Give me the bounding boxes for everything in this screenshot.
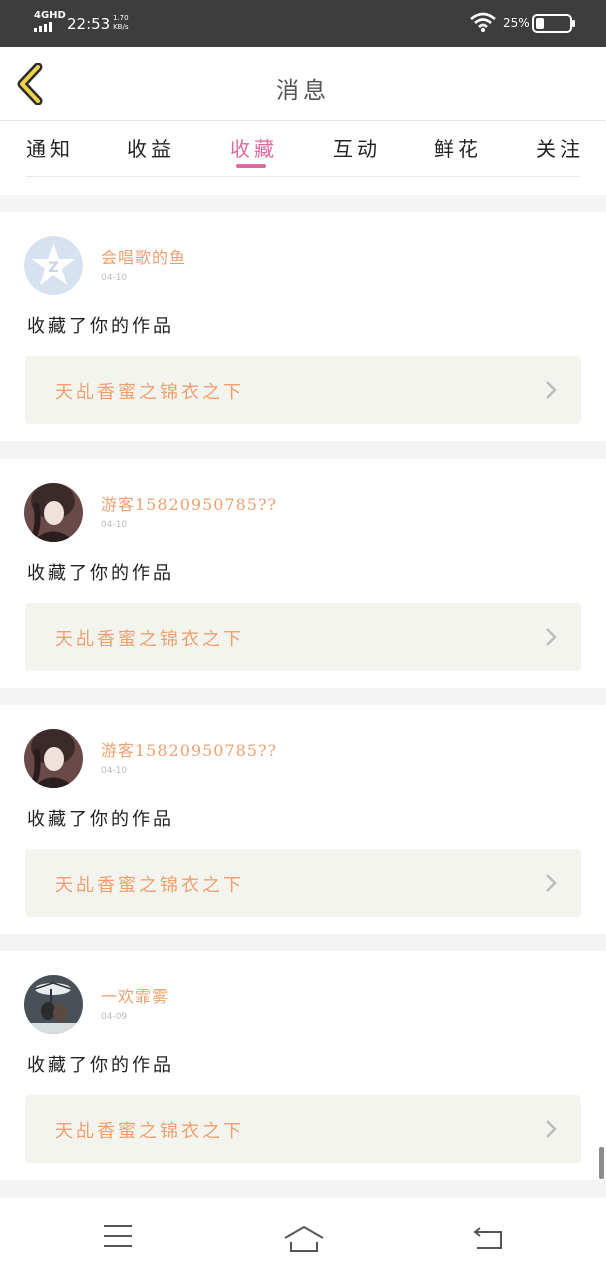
work-title: 天乩香蜜之锦衣之下 — [55, 629, 244, 650]
wifi-icon — [470, 12, 496, 32]
action-text: 收藏了你的作品 — [27, 563, 174, 584]
work-title: 天乩香蜜之锦衣之下 — [55, 875, 244, 896]
action-text: 收藏了你的作品 — [27, 316, 174, 337]
chevron-right-icon — [546, 874, 557, 892]
app-header: 消息 — [0, 47, 606, 121]
tab-notice[interactable]: 通知 — [26, 133, 74, 162]
home-icon[interactable] — [283, 1224, 325, 1252]
svg-text:Z: Z — [48, 260, 58, 276]
username[interactable]: 会唱歌的鱼 — [101, 244, 186, 268]
timestamp: 04-10 — [101, 273, 128, 283]
tab-favorites[interactable]: 收藏 — [230, 133, 278, 162]
status-bar: 4GHD 22:53 1.70 KB/s 25% — [0, 0, 606, 47]
username[interactable]: 一欢霏雾 — [101, 983, 169, 1007]
net-speed-value: 1.70 — [113, 14, 129, 22]
list-item: 游客15820950785?? 04-10 收藏了你的作品 天乩香蜜之锦衣之下 — [0, 705, 606, 934]
scrollbar[interactable] — [599, 1147, 604, 1179]
active-tab-indicator — [236, 164, 266, 168]
chevron-right-icon — [546, 381, 557, 399]
chevron-right-icon — [546, 1120, 557, 1138]
work-link[interactable]: 天乩香蜜之锦衣之下 — [25, 1095, 581, 1163]
net-speed: 1.70 KB/s — [113, 14, 129, 32]
system-nav-bar — [0, 1198, 606, 1280]
work-link[interactable]: 天乩香蜜之锦衣之下 — [25, 356, 581, 424]
menu-icon[interactable] — [103, 1224, 133, 1248]
divider — [26, 176, 580, 177]
avatar[interactable]: Z — [24, 236, 83, 295]
signal-icon — [34, 22, 52, 32]
work-link[interactable]: 天乩香蜜之锦衣之下 — [25, 849, 581, 917]
username[interactable]: 游客15820950785?? — [101, 491, 277, 515]
avatar[interactable] — [24, 483, 83, 542]
timestamp: 04-09 — [101, 1012, 128, 1022]
timestamp: 04-10 — [101, 520, 128, 530]
tab-interaction[interactable]: 互动 — [333, 133, 381, 162]
list-item: Z 会唱歌的鱼 04-10 收藏了你的作品 天乩香蜜之锦衣之下 — [0, 212, 606, 441]
net-speed-unit: KB/s — [113, 23, 129, 31]
username[interactable]: 游客15820950785?? — [101, 737, 277, 761]
work-title: 天乩香蜜之锦衣之下 — [55, 1121, 244, 1142]
battery-icon — [532, 14, 575, 33]
chevron-right-icon — [546, 628, 557, 646]
work-title: 天乩香蜜之锦衣之下 — [55, 382, 244, 403]
action-text: 收藏了你的作品 — [27, 1055, 174, 1076]
work-link[interactable]: 天乩香蜜之锦衣之下 — [25, 603, 581, 671]
network-type: 4GHD — [34, 10, 66, 21]
tab-bar: 通知 收益 收藏 互动 鲜花 关注 — [0, 121, 606, 195]
list-item: 游客15820950785?? 04-10 收藏了你的作品 天乩香蜜之锦衣之下 — [0, 459, 606, 688]
tab-earnings[interactable]: 收益 — [127, 133, 175, 162]
battery-percent: 25% — [503, 16, 530, 30]
avatar[interactable] — [24, 729, 83, 788]
clock: 22:53 — [67, 15, 111, 33]
list-item: 一欢霏雾 04-09 收藏了你的作品 天乩香蜜之锦衣之下 — [0, 951, 606, 1180]
page-title: 消息 — [276, 78, 330, 104]
avatar[interactable] — [24, 975, 83, 1034]
timestamp: 04-10 — [101, 766, 128, 776]
return-icon[interactable] — [472, 1224, 504, 1250]
tab-flowers[interactable]: 鲜花 — [434, 133, 482, 162]
tab-follow[interactable]: 关注 — [536, 133, 584, 162]
action-text: 收藏了你的作品 — [27, 809, 174, 830]
